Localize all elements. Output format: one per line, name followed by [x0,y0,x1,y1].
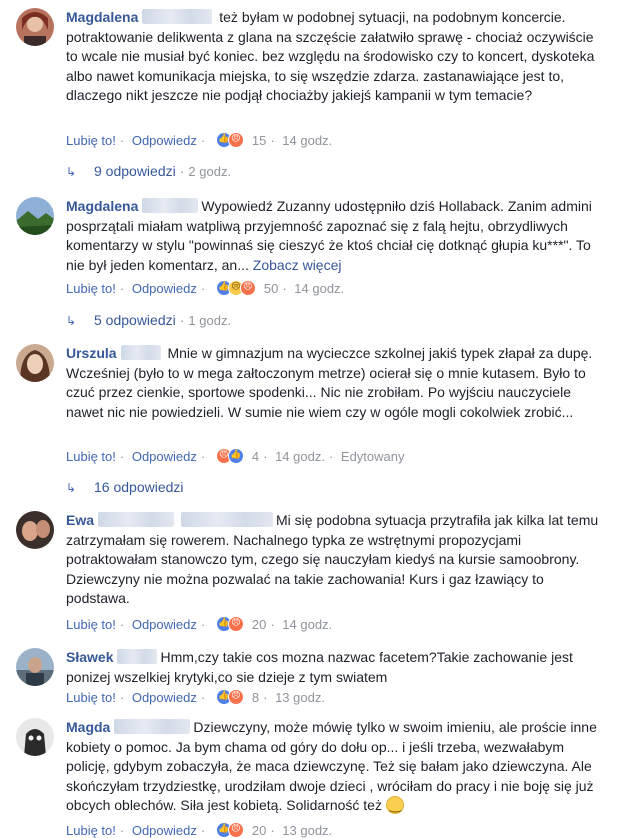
avatar[interactable] [16,197,54,235]
reply-button[interactable]: Odpowiedz [132,823,197,838]
reply-arrow-icon: ↳ [66,165,77,179]
replies-link[interactable]: 16 odpowiedzi [94,479,184,495]
avatar[interactable] [16,718,54,756]
reactions[interactable]: 😠 👍 [215,448,250,464]
comment-text: Magda Dziewczyny, może mówię tylko w swoi… [66,718,606,816]
avatar[interactable] [16,344,54,382]
reply-button[interactable]: Odpowiedz [132,449,197,464]
avatar[interactable] [16,648,54,686]
replies-time: 1 godz. [188,313,232,328]
angry-reaction-icon: 😠 [239,280,256,296]
avatar[interactable] [16,8,54,46]
reactions[interactable]: 👍 😢 😠 [215,280,262,296]
angry-reaction-icon: 😠 [227,132,244,148]
redacted-name [117,649,158,664]
reaction-count[interactable]: 4 [252,449,259,464]
replies-link[interactable]: 9 odpowiedzi [94,163,176,179]
reply-button[interactable]: Odpowiedz [132,690,197,705]
reaction-count[interactable]: 50 [264,281,278,296]
reactions[interactable]: 👍 😠 [215,132,250,148]
reply-button[interactable]: Odpowiedz [132,133,197,148]
comment-author[interactable]: Sławek [66,649,113,665]
redacted-name [181,512,274,527]
comment-text: Magdalena też byłam w podobnej sytuacji,… [66,8,606,106]
angry-reaction-icon: 😠 [227,689,244,705]
like-reaction-icon: 👍 [227,448,244,464]
replies-link[interactable]: 5 odpowiedzi [94,312,176,328]
redacted-name [142,9,213,24]
redacted-name [98,512,175,527]
like-button[interactable]: Lubię to! [66,449,116,464]
reaction-count[interactable]: 8 [252,690,259,705]
comment-time[interactable]: 14 godz. [275,449,325,464]
comment-author[interactable]: Ewa [66,512,94,528]
comment-text: Sławek Hmm,czy takie cos mozna nazwac fac… [66,648,606,687]
redacted-name [114,719,191,734]
avatar[interactable] [16,511,54,549]
angry-reaction-icon: 😠 [227,822,244,838]
comment-actions: Lubię to! · Odpowiedz · 👍 😠 20 · 13 godz. [66,822,333,838]
like-button[interactable]: Lubię to! [66,823,116,838]
replies-row[interactable]: ↳ 16 odpowiedzi [66,478,184,496]
see-more-link[interactable]: Zobacz więcej [253,257,342,273]
replies-time: 2 godz. [188,164,232,179]
comment-time[interactable]: 14 godz. [294,281,344,296]
comment-text: Magdalena Wypowiedź Zuzanny udostępniło d… [66,197,606,275]
reaction-count[interactable]: 15 [252,133,266,148]
reactions[interactable]: 👍 😠 [215,689,250,705]
reply-button[interactable]: Odpowiedz [132,617,197,632]
comment-author[interactable]: Magdalena [66,198,138,214]
comment-time[interactable]: 14 godz. [282,617,332,632]
reply-arrow-icon: ↳ [66,481,77,495]
comment-text: Urszula Mnie w gimnazjum na wycieczce sz… [66,344,606,422]
comment-author[interactable]: Urszula [66,345,117,361]
comment-actions: Lubię to! · Odpowiedz · 👍 😠 15 · 14 godz. [66,132,333,148]
comment-author[interactable]: Magda [66,719,110,735]
comment-actions: Lubię to! · Odpowiedz · 👍 😢 😠 50 · 14 godz. [66,280,345,296]
replies-row[interactable]: ↳ 5 odpowiedzi · 1 godz. [66,311,231,329]
angry-reaction-icon: 😠 [227,616,244,632]
reply-button[interactable]: Odpowiedz [132,281,197,296]
reactions[interactable]: 👍 😠 [215,822,250,838]
redacted-name [142,198,199,213]
reply-arrow-icon: ↳ [66,314,77,328]
like-button[interactable]: Lubię to! [66,281,116,296]
comment-time[interactable]: 13 godz. [282,823,332,838]
comment-author[interactable]: Magdalena [66,9,138,25]
replies-row[interactable]: ↳ 9 odpowiedzi · 2 godz. [66,162,231,180]
comment-time[interactable]: 13 godz. [275,690,325,705]
smiley-emoji-icon [385,795,404,815]
comment-actions: Lubię to! · Odpowiedz · 👍 😠 8 · 13 godz. [66,689,325,705]
reactions[interactable]: 👍 😠 [215,616,250,632]
edited-label[interactable]: Edytowany [341,449,405,464]
like-button[interactable]: Lubię to! [66,690,116,705]
reaction-count[interactable]: 20 [252,617,266,632]
comment-text: Ewa Mi się podobna sytuacja przytrafiła j… [66,511,606,609]
like-button[interactable]: Lubię to! [66,133,116,148]
comment-actions: Lubię to! · Odpowiedz · 👍 😠 20 · 14 godz. [66,616,333,632]
like-button[interactable]: Lubię to! [66,617,116,632]
redacted-name [120,345,161,360]
comment-actions: Lubię to! · Odpowiedz · 😠 👍 4 · 14 godz. · E… [66,448,405,464]
comment-time[interactable]: 14 godz. [282,133,332,148]
reaction-count[interactable]: 20 [252,823,266,838]
